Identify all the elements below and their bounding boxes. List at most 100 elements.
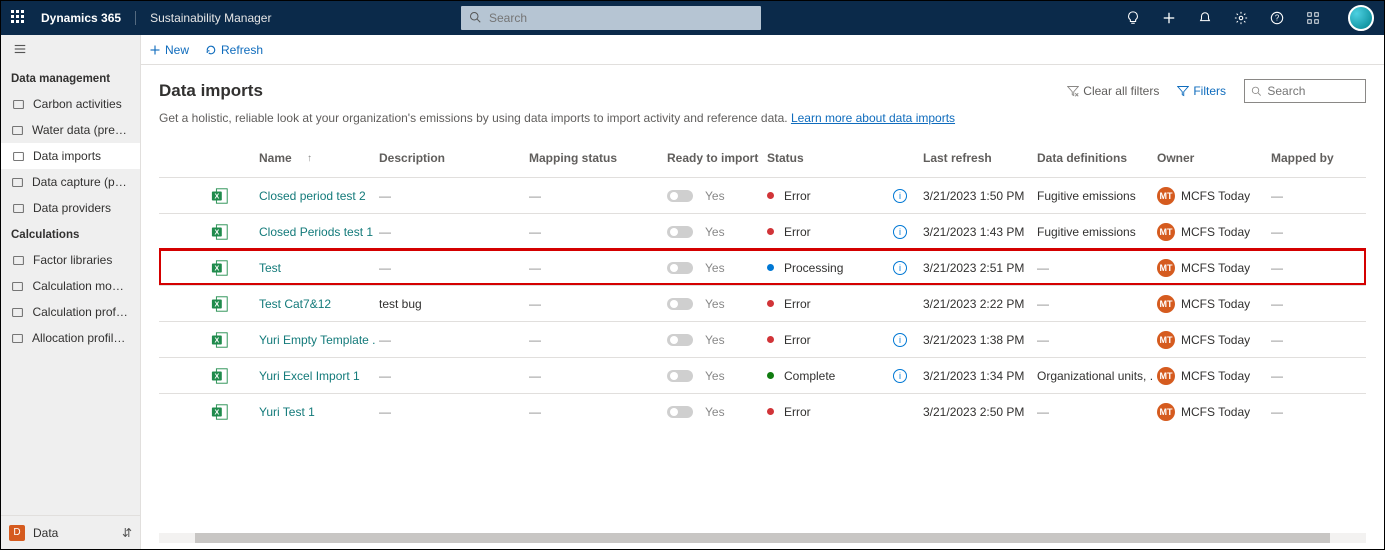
- row-description: —: [375, 333, 525, 347]
- row-mapping: —: [525, 369, 663, 383]
- toggle-off-icon[interactable]: [667, 226, 693, 238]
- row-mappedby: —: [1267, 189, 1366, 203]
- lightbulb-icon[interactable]: [1126, 11, 1140, 25]
- row-name-link[interactable]: Closed period test 2: [255, 189, 375, 203]
- main-content: New Refresh Data imports Clear all filte…: [141, 35, 1384, 549]
- col-description[interactable]: Description: [375, 145, 525, 171]
- excel-icon: X: [211, 259, 229, 277]
- user-avatar[interactable]: [1348, 5, 1374, 31]
- row-ready[interactable]: Yes: [663, 405, 763, 419]
- row-ready[interactable]: Yes: [663, 297, 763, 311]
- brand[interactable]: Dynamics 365: [41, 11, 121, 25]
- table-row[interactable]: XClosed Periods test 1——YesErrori3/21/20…: [159, 213, 1366, 249]
- sidebar-item[interactable]: Data imports: [1, 143, 140, 169]
- gear-icon[interactable]: [1234, 11, 1248, 25]
- sidebar-item-icon: [11, 97, 25, 111]
- row-owner[interactable]: MTMCFS Today: [1153, 259, 1267, 277]
- row-description: —: [375, 261, 525, 275]
- sidebar-footer[interactable]: D Data ⇵: [1, 515, 140, 549]
- owner-name: MCFS Today: [1181, 369, 1250, 383]
- row-owner[interactable]: MTMCFS Today: [1153, 367, 1267, 385]
- sidebar-item[interactable]: Allocation profiles (p...: [1, 325, 140, 351]
- row-mappedby: —: [1267, 405, 1366, 419]
- row-ready[interactable]: Yes: [663, 189, 763, 203]
- hamburger-icon[interactable]: [13, 42, 27, 59]
- excel-icon: X: [211, 403, 229, 421]
- toggle-off-icon[interactable]: [667, 190, 693, 202]
- toggle-off-icon[interactable]: [667, 298, 693, 310]
- horizontal-scrollbar[interactable]: [159, 533, 1366, 543]
- col-mapping[interactable]: Mapping status: [525, 145, 663, 171]
- sidebar-item-icon: [11, 279, 24, 293]
- global-search-input[interactable]: [487, 10, 753, 26]
- suite-name: Sustainability Manager: [135, 11, 271, 25]
- sidebar-item[interactable]: Carbon activities: [1, 91, 140, 117]
- grid-search[interactable]: [1244, 79, 1366, 103]
- row-owner[interactable]: MTMCFS Today: [1153, 403, 1267, 421]
- toggle-off-icon[interactable]: [667, 370, 693, 382]
- row-name-link[interactable]: Yuri Test 1: [255, 405, 375, 419]
- info-icon[interactable]: i: [893, 189, 907, 203]
- row-name-link[interactable]: Test: [255, 261, 375, 275]
- grid-search-input[interactable]: [1265, 83, 1359, 99]
- grid-body: XClosed period test 2——YesErrori3/21/202…: [159, 177, 1366, 533]
- row-owner[interactable]: MTMCFS Today: [1153, 223, 1267, 241]
- clear-filters-button[interactable]: Clear all filters: [1067, 84, 1159, 98]
- table-row[interactable]: XYuri Empty Template ...——YesErrori3/21/…: [159, 321, 1366, 357]
- toggle-off-icon[interactable]: [667, 406, 693, 418]
- col-name[interactable]: Name ↑: [255, 145, 375, 171]
- info-icon[interactable]: i: [893, 369, 907, 383]
- info-icon[interactable]: i: [893, 261, 907, 275]
- col-owner[interactable]: Owner: [1153, 145, 1267, 171]
- row-ready[interactable]: Yes: [663, 225, 763, 239]
- learn-more-link[interactable]: Learn more about data imports: [791, 111, 955, 125]
- row-ready[interactable]: Yes: [663, 261, 763, 275]
- app-launcher-icon[interactable]: [11, 10, 27, 26]
- sidebar-item[interactable]: Water data (preview): [1, 117, 140, 143]
- sidebar: Data management Carbon activitiesWater d…: [1, 35, 141, 549]
- plus-icon[interactable]: [1162, 11, 1176, 25]
- table-row[interactable]: XYuri Excel Import 1——YesCompletei3/21/2…: [159, 357, 1366, 393]
- sidebar-item[interactable]: Data providers: [1, 195, 140, 221]
- row-name-link[interactable]: Closed Periods test 1: [255, 225, 375, 239]
- sidebar-item-icon: [11, 331, 24, 345]
- info-icon[interactable]: i: [893, 333, 907, 347]
- filters-button[interactable]: Filters: [1177, 84, 1226, 98]
- toggle-off-icon[interactable]: [667, 334, 693, 346]
- table-row[interactable]: XTest——YesProcessingi3/21/2023 2:51 PM—M…: [159, 249, 1366, 285]
- row-owner[interactable]: MTMCFS Today: [1153, 295, 1267, 313]
- row-ready[interactable]: Yes: [663, 369, 763, 383]
- row-name-link[interactable]: Yuri Empty Template ...: [255, 333, 375, 347]
- row-status: Processingi: [763, 261, 919, 275]
- table-row[interactable]: XClosed period test 2——YesErrori3/21/202…: [159, 177, 1366, 213]
- sidebar-item[interactable]: Factor libraries: [1, 247, 140, 273]
- row-status: Errori: [763, 225, 919, 239]
- toggle-off-icon[interactable]: [667, 262, 693, 274]
- row-owner[interactable]: MTMCFS Today: [1153, 187, 1267, 205]
- row-name-link[interactable]: Test Cat7&12: [255, 297, 375, 311]
- row-name-link[interactable]: Yuri Excel Import 1: [255, 369, 375, 383]
- row-datadef: —: [1033, 405, 1153, 419]
- sidebar-item[interactable]: Data capture (preview): [1, 169, 140, 195]
- info-icon[interactable]: i: [893, 225, 907, 239]
- row-owner[interactable]: MTMCFS Today: [1153, 331, 1267, 349]
- refresh-button[interactable]: Refresh: [205, 43, 263, 57]
- sidebar-item[interactable]: Calculation profiles: [1, 299, 140, 325]
- row-mapping: —: [525, 405, 663, 419]
- sidebar-item[interactable]: Calculation models: [1, 273, 140, 299]
- global-search[interactable]: [461, 6, 761, 30]
- bell-icon[interactable]: [1198, 11, 1212, 25]
- table-row[interactable]: XYuri Test 1——YesError3/21/2023 2:50 PM—…: [159, 393, 1366, 429]
- new-button[interactable]: New: [149, 43, 189, 57]
- col-datadef[interactable]: Data definitions: [1033, 145, 1153, 171]
- table-row[interactable]: XTest Cat7&12test bug—YesError3/21/2023 …: [159, 285, 1366, 321]
- col-ready[interactable]: Ready to import: [663, 145, 763, 171]
- help-icon[interactable]: ?: [1270, 11, 1284, 25]
- col-lastrefresh[interactable]: Last refresh: [919, 145, 1033, 171]
- col-status[interactable]: Status: [763, 145, 919, 171]
- sort-asc-icon: ↑: [307, 153, 312, 164]
- command-bar: New Refresh: [141, 35, 1384, 65]
- col-mappedby[interactable]: Mapped by: [1267, 145, 1367, 171]
- row-ready[interactable]: Yes: [663, 333, 763, 347]
- app-grid-icon[interactable]: [1306, 11, 1320, 25]
